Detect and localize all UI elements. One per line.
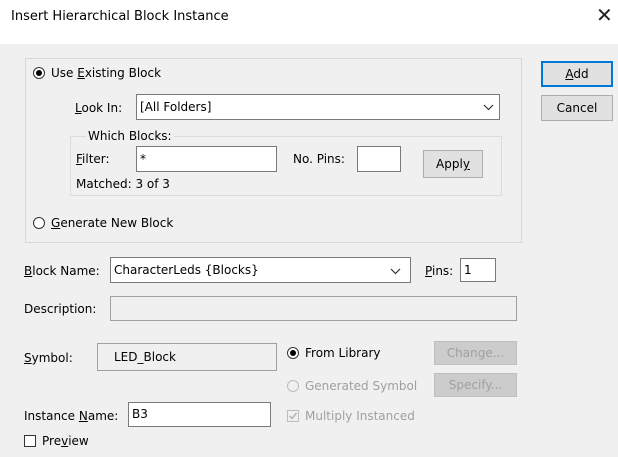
instance-name-input[interactable]: B3 xyxy=(128,402,271,427)
filter-input[interactable]: * xyxy=(136,146,277,172)
cancel-button[interactable]: Cancel xyxy=(541,95,613,121)
look-in-label: Look In: xyxy=(75,101,123,115)
no-pins-label: No. Pins: xyxy=(293,152,345,166)
generate-new-block-radio[interactable] xyxy=(33,217,45,229)
look-in-value: [All Folders] xyxy=(140,100,212,114)
generate-new-block-label: Generate New Block xyxy=(51,216,174,230)
pins-label: Pins: xyxy=(425,264,454,278)
preview-label: Preview xyxy=(42,434,89,448)
generated-symbol-label: Generated Symbol xyxy=(305,379,418,393)
instance-name-label: Instance Name: xyxy=(24,409,119,423)
look-in-dropdown[interactable]: [All Folders] xyxy=(136,94,500,120)
multiply-instanced-checkbox[interactable] xyxy=(287,410,299,422)
close-icon[interactable]: ✕ xyxy=(596,5,613,25)
symbol-value: LED_Block xyxy=(114,350,176,364)
no-pins-input[interactable] xyxy=(357,146,401,172)
matched-status: Matched: 3 of 3 xyxy=(76,177,170,191)
chevron-down-icon[interactable] xyxy=(483,101,494,114)
from-library-label: From Library xyxy=(305,346,381,360)
filter-value: * xyxy=(140,152,146,166)
specify-button[interactable]: Specify... xyxy=(434,373,517,397)
checkmark-icon xyxy=(289,412,298,420)
add-button[interactable]: Add xyxy=(541,61,613,87)
multiply-instanced-label: Multiply Instanced xyxy=(305,409,415,423)
generated-symbol-radio[interactable] xyxy=(287,380,299,392)
symbol-label: Symbol: xyxy=(24,351,73,365)
pins-input[interactable]: 1 xyxy=(460,258,496,282)
filter-label: Filter: xyxy=(76,152,110,166)
pins-value: 1 xyxy=(464,263,472,277)
window-title: Insert Hierarchical Block Instance xyxy=(11,9,229,24)
block-name-value: CharacterLeds {Blocks} xyxy=(114,263,259,277)
block-name-dropdown[interactable]: CharacterLeds {Blocks} xyxy=(110,257,411,283)
block-name-chevron-down-icon[interactable] xyxy=(390,265,401,278)
which-blocks-legend: Which Blocks: xyxy=(86,129,174,143)
change-button[interactable]: Change... xyxy=(434,341,517,365)
apply-button[interactable]: Apply xyxy=(423,150,483,178)
use-existing-block-radio[interactable] xyxy=(33,67,45,79)
description-field xyxy=(110,296,517,321)
preview-checkbox[interactable] xyxy=(24,435,36,447)
symbol-field: LED_Block xyxy=(97,343,277,371)
use-existing-block-label: Use Existing Block xyxy=(51,66,162,80)
instance-name-value: B3 xyxy=(132,407,148,421)
from-library-radio[interactable] xyxy=(287,347,299,359)
block-name-label: Block Name: xyxy=(24,264,100,278)
description-label: Description: xyxy=(24,302,97,316)
